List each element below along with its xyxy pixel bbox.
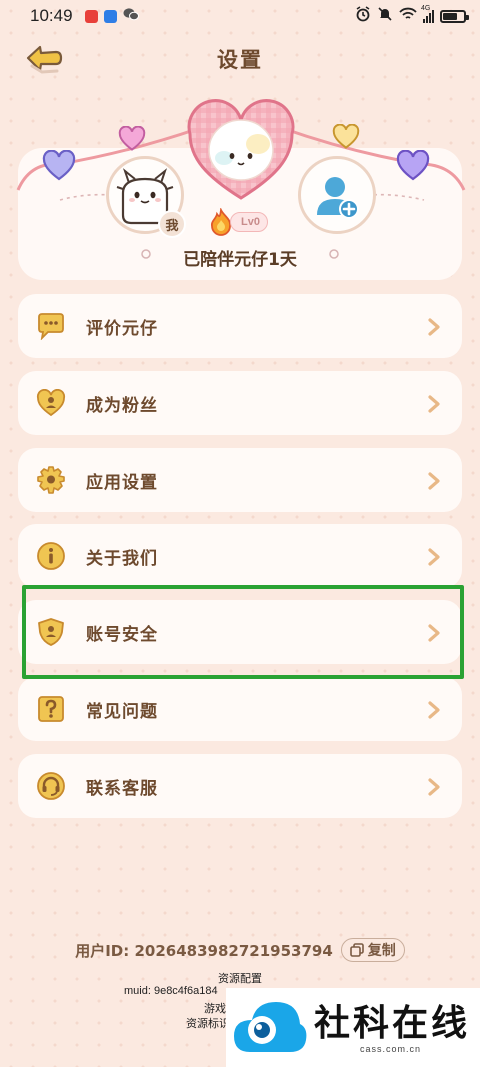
add-companion-button[interactable] bbox=[298, 156, 376, 234]
wifi-icon bbox=[399, 6, 417, 26]
chevron-right-icon bbox=[428, 778, 440, 796]
level-text: Lv0 bbox=[230, 212, 268, 232]
notification-app-icon bbox=[103, 9, 117, 23]
heart-icon bbox=[332, 124, 360, 149]
cellular-signal-icon: 4G bbox=[421, 5, 434, 23]
user-id-text: 用户ID: 2026483982721953794 bbox=[75, 941, 333, 960]
site-watermark: 社科在线 cass.com.cn bbox=[226, 988, 480, 1067]
heart-person-icon bbox=[36, 388, 66, 418]
heart-icon bbox=[396, 150, 430, 181]
copy-button[interactable]: 复制 bbox=[340, 938, 405, 962]
copy-icon bbox=[349, 943, 364, 957]
page-title: 设置 bbox=[217, 48, 263, 72]
user-id-row: 用户ID: 2026483982721953794 复制 bbox=[0, 938, 480, 962]
menu-item-customer-service[interactable]: 联系客服 bbox=[18, 754, 462, 818]
menu-item-app-settings[interactable]: 应用设置 bbox=[18, 448, 462, 512]
mute-bell-icon bbox=[377, 6, 393, 27]
chevron-right-icon bbox=[428, 318, 440, 336]
info-icon bbox=[36, 541, 66, 571]
chevron-right-icon bbox=[428, 548, 440, 566]
chevron-right-icon bbox=[428, 624, 440, 642]
menu-item-label: 常见问题 bbox=[86, 701, 158, 722]
menu-item-rate[interactable]: 评价元仔 bbox=[18, 294, 462, 358]
headset-icon bbox=[36, 771, 66, 801]
menu-item-faq[interactable]: 常见问题 bbox=[18, 677, 462, 741]
menu-item-account-security[interactable]: 账号安全 bbox=[18, 600, 462, 664]
companion-days-text: 已陪伴元仔1天 bbox=[183, 250, 297, 270]
resource-config-text: 资源配置 bbox=[218, 973, 262, 985]
menu-item-about[interactable]: 关于我们 bbox=[18, 524, 462, 588]
heart-icon bbox=[118, 126, 146, 151]
mascot-heart-avatar[interactable] bbox=[186, 98, 296, 202]
gear-icon bbox=[36, 465, 66, 495]
notification-app-icon bbox=[84, 9, 98, 23]
menu-item-label: 评价元仔 bbox=[86, 318, 158, 339]
status-bar: 10:49 4G bbox=[0, 0, 480, 32]
shield-icon bbox=[36, 617, 66, 647]
menu-item-label: 账号安全 bbox=[86, 624, 158, 645]
status-time: 10:49 bbox=[30, 6, 73, 25]
chevron-right-icon bbox=[428, 395, 440, 413]
chevron-right-icon bbox=[428, 472, 440, 490]
network-type: 4G bbox=[421, 4, 431, 12]
watermark-name: 社科在线 bbox=[314, 1003, 471, 1044]
heart-icon bbox=[42, 150, 76, 181]
question-icon bbox=[36, 694, 66, 724]
watermark-domain: cass.com.cn bbox=[360, 1044, 422, 1054]
alarm-icon bbox=[355, 5, 371, 27]
menu-item-label: 关于我们 bbox=[86, 548, 158, 569]
menu-item-label: 成为粉丝 bbox=[86, 395, 158, 416]
add-user-icon bbox=[317, 177, 359, 219]
menu-item-fan[interactable]: 成为粉丝 bbox=[18, 371, 462, 435]
chevron-right-icon bbox=[428, 701, 440, 719]
me-badge: 我 bbox=[158, 210, 186, 238]
chat-bubble-icon bbox=[36, 311, 66, 341]
cloud-logo-icon bbox=[234, 1002, 307, 1052]
battery-icon bbox=[440, 9, 469, 23]
copy-label: 复制 bbox=[367, 943, 396, 959]
level-badge: Lv0 bbox=[208, 208, 268, 236]
wechat-icon bbox=[123, 6, 139, 26]
menu-item-label: 联系客服 bbox=[86, 778, 158, 799]
menu-item-label: 应用设置 bbox=[86, 472, 158, 493]
